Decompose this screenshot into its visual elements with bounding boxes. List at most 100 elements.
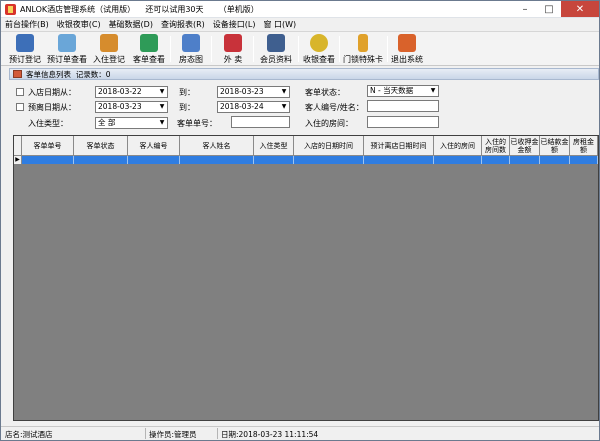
chevron-down-icon: ▼ [157, 118, 167, 128]
member-info-button[interactable]: 会员资料 [257, 33, 295, 65]
checkin-to-date[interactable]: 2018-03-23 ▼ [217, 86, 290, 98]
column-header[interactable]: 客单单号 [22, 136, 74, 156]
column-header[interactable]: 已结款金额 [540, 136, 570, 156]
toolbar-separator [253, 36, 254, 62]
chevron-down-icon: ▼ [428, 86, 438, 96]
checkout-to-date[interactable]: 2018-03-24 ▼ [217, 101, 290, 113]
menu-cashier[interactable]: 收银夜审(C) [53, 19, 105, 30]
table-cell[interactable] [22, 156, 74, 164]
title-bar: ANLOK酒店管理系统（试用版） 还可以试用30天 （单机版） – □ ✕ [1, 1, 599, 18]
column-header[interactable]: 客单状态 [74, 136, 128, 156]
checkin-button[interactable]: 入住登记 [91, 33, 127, 65]
toolbar-separator [339, 36, 340, 62]
column-header[interactable]: 入住的房间 [434, 136, 482, 156]
table-cell[interactable] [510, 156, 540, 164]
room-status-button[interactable]: 房态图 [175, 33, 207, 65]
guest-status-select[interactable]: N - 当天数据 ▼ [367, 85, 439, 97]
status-operator: 操作员:管理员 [149, 430, 197, 439]
checkin-type-value: 全 部 [98, 118, 116, 127]
table-cell[interactable] [180, 156, 254, 164]
checkin-from-date[interactable]: 2018-03-22 ▼ [95, 86, 168, 98]
checkout-from-value: 2018-03-23 [98, 102, 142, 111]
checkin-type-label: 入住类型： [28, 119, 68, 128]
checkout-date-label: 预离日期从： [28, 103, 76, 112]
column-header[interactable]: 客人编号 [128, 136, 180, 156]
checkout-from-date[interactable]: 2018-03-23 ▼ [95, 101, 168, 113]
guest-id-name-input[interactable] [367, 100, 439, 112]
menu-devices[interactable]: 设备接口(L) [209, 19, 260, 30]
close-button[interactable]: ✕ [561, 1, 599, 17]
checkin-date-checkbox[interactable] [16, 88, 24, 96]
filter-area: 入店日期从： 2018-03-22 ▼ 到： 2018-03-23 ▼ 客单状态… [9, 80, 599, 133]
table-cell[interactable] [128, 156, 180, 164]
takeout-button[interactable]: 外 卖 [217, 33, 249, 65]
guest-status-label: 客单状态： [305, 88, 345, 97]
guest-order-grid[interactable]: 客单单号 客单状态 客人编号 客人姓名 入住类型 入店的日期时间 预计离店日期时… [13, 135, 599, 421]
chevron-down-icon: ▼ [279, 87, 289, 97]
status-bar: 店名:测试酒店 操作员:管理员 日期:2018-03-23 11:11:54 [1, 426, 599, 440]
reservation-button[interactable]: 预订登记 [7, 33, 43, 65]
column-header[interactable]: 入住的房间数 [482, 136, 510, 156]
column-header[interactable]: 入店的日期时间 [294, 136, 364, 156]
shopping-cart-icon [224, 34, 242, 52]
column-header[interactable]: 已收押金金额 [510, 136, 540, 156]
table-cell[interactable] [74, 156, 128, 164]
column-header[interactable]: 入住类型 [254, 136, 294, 156]
chevron-down-icon: ▼ [157, 102, 167, 112]
status-hotel: 店名:测试酒店 [5, 430, 53, 439]
table-cell[interactable] [570, 156, 598, 164]
toolbar-separator [387, 36, 388, 62]
row-indicator-icon: ▶ [14, 156, 22, 164]
chevron-down-icon: ▼ [279, 102, 289, 112]
list-icon [13, 70, 22, 78]
maximize-button[interactable]: □ [537, 1, 561, 17]
checkin-date-label: 入店日期从： [28, 88, 76, 97]
table-cell[interactable] [482, 156, 510, 164]
table-cell[interactable] [364, 156, 434, 164]
checkin-type-select[interactable]: 全 部 ▼ [95, 117, 168, 129]
checkin-to-value: 2018-03-23 [220, 87, 264, 96]
menu-reports[interactable]: 查询报表(R) [157, 19, 209, 30]
table-cell[interactable] [294, 156, 364, 164]
table-cell[interactable] [540, 156, 570, 164]
cashier-view-button[interactable]: 收银查看 [301, 33, 337, 65]
panel-header: 客单信息列表 记录数：0 [9, 68, 599, 80]
guest-order-no-label: 客单单号： [177, 119, 217, 128]
reservation-list-icon [58, 34, 76, 52]
grid-header: 客单单号 客单状态 客人编号 客人姓名 入住类型 入店的日期时间 预计离店日期时… [14, 136, 598, 156]
menu-front-desk[interactable]: 前台操作(B) [1, 19, 53, 30]
guest-order-no-input[interactable] [231, 116, 290, 128]
checkout-date-checkbox[interactable] [16, 103, 24, 111]
to-label: 到： [179, 103, 195, 112]
status-date: 日期:2018-03-23 11:11:54 [221, 430, 319, 439]
key-icon [358, 34, 368, 52]
toolbar: 预订登记 预订单查看 入住登记 客单查看 房态图 外 卖 会员资料 收银查看 门… [1, 31, 599, 66]
column-header[interactable]: 房租金额 [570, 136, 598, 156]
exit-icon [398, 34, 416, 52]
minimize-button[interactable]: – [513, 1, 537, 17]
guest-status-value: N - 当天数据 [370, 86, 414, 95]
toolbar-separator [170, 36, 171, 62]
column-header[interactable]: 客人姓名 [180, 136, 254, 156]
lock-card-button[interactable]: 门锁特殊卡 [341, 33, 385, 65]
guest-order-view-button[interactable]: 客单查看 [131, 33, 167, 65]
table-cell[interactable] [434, 156, 482, 164]
menu-basic-data[interactable]: 基础数据(D) [105, 19, 157, 30]
room-input[interactable] [367, 116, 439, 128]
window-title: ANLOK酒店管理系统（试用版） 还可以试用30天 （单机版） [20, 4, 259, 14]
chevron-down-icon: ▼ [157, 87, 167, 97]
column-header[interactable]: 预计离店日期时间 [364, 136, 434, 156]
status-separator [217, 428, 218, 439]
checkin-from-value: 2018-03-22 [98, 87, 142, 96]
exit-system-button[interactable]: 退出系统 [389, 33, 425, 65]
person-reservation-icon [16, 34, 34, 52]
toolbar-separator [211, 36, 212, 62]
table-row[interactable]: ▶ [14, 156, 598, 164]
panel-title: 客单信息列表 记录数：0 [26, 69, 111, 79]
menu-window[interactable]: 窗 口(W) [259, 19, 300, 30]
reservation-list-button[interactable]: 预订单查看 [45, 33, 89, 65]
coins-icon [310, 34, 328, 52]
row-indicator-header [14, 136, 22, 156]
app-window: ANLOK酒店管理系统（试用版） 还可以试用30天 （单机版） – □ ✕ 前台… [0, 0, 600, 441]
table-cell[interactable] [254, 156, 294, 164]
